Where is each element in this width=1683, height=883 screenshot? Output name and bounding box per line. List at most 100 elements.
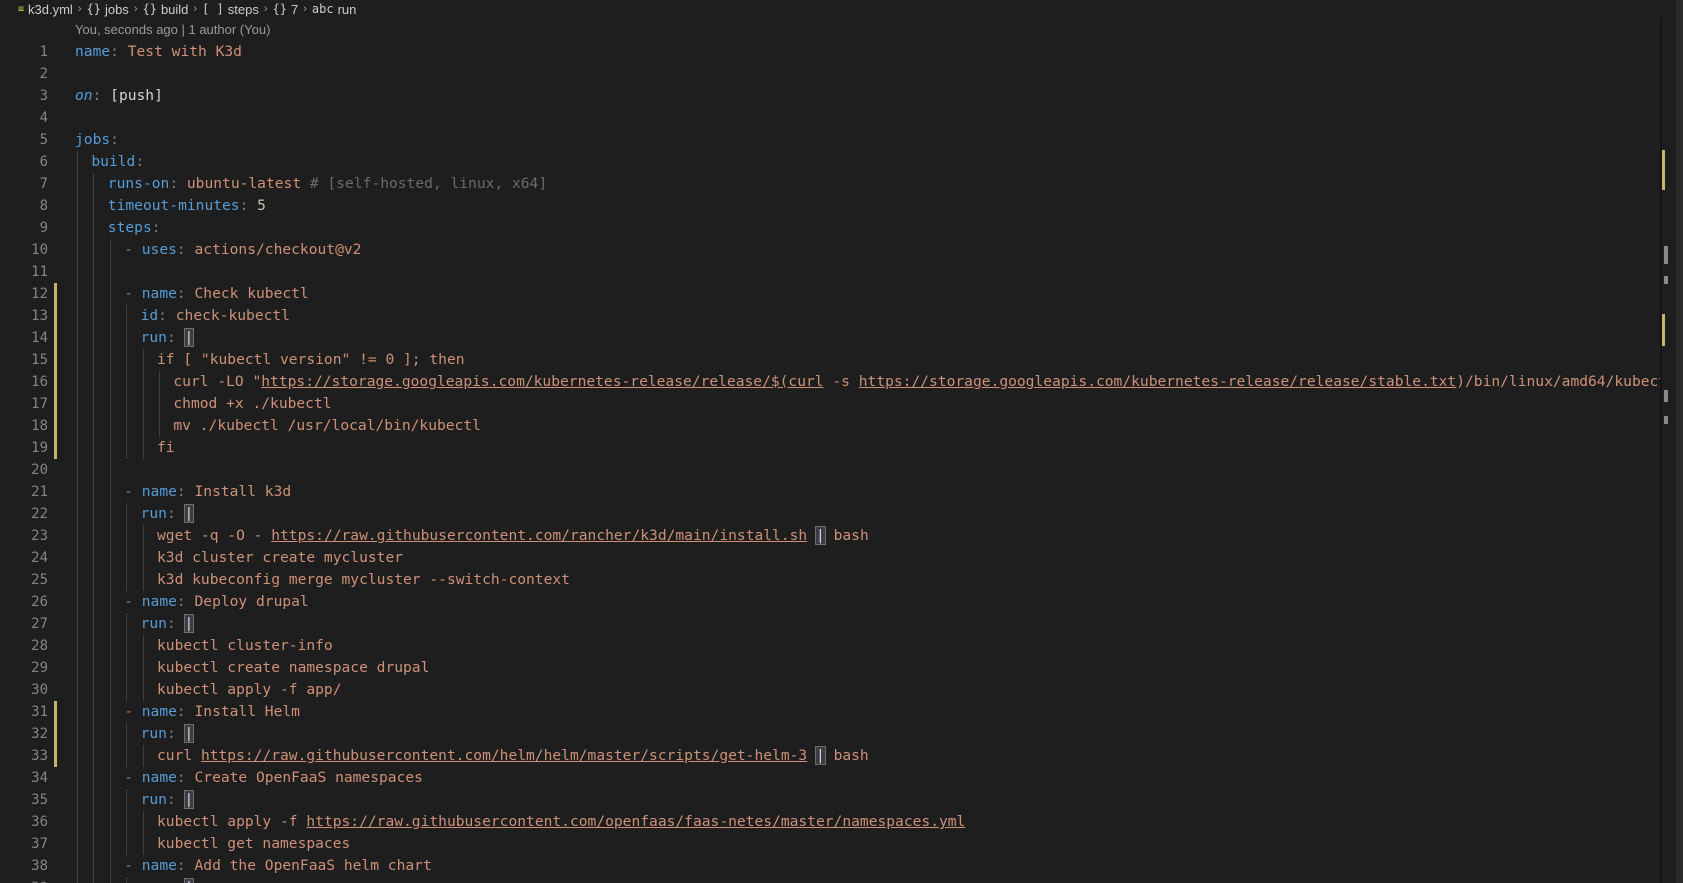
indent-guide	[93, 239, 95, 261]
line-number: 17	[31, 396, 48, 412]
code-token: runs-on	[107, 175, 170, 192]
code-line[interactable]: 23 wget -q -O - https://raw.githubusercon…	[0, 525, 1660, 547]
line-content: - name: Deploy drupal	[124, 591, 309, 613]
git-modified-gutter[interactable]	[54, 437, 57, 459]
vertical-scrollbar[interactable]	[1662, 18, 1676, 883]
code-line[interactable]: 25 k3d kubeconfig merge mycluster --switc…	[0, 569, 1660, 591]
code-line[interactable]: 31 - name: Install Helm	[0, 701, 1660, 723]
indent-guide	[109, 657, 111, 679]
code-line[interactable]: 10 - uses: actions/checkout@v2	[0, 239, 1660, 261]
code-line[interactable]: 13 id: check-kubectl	[0, 305, 1660, 327]
indent-guide	[126, 547, 128, 569]
line-content: kubectl cluster-info	[157, 635, 333, 657]
line-content: k3d kubeconfig merge mycluster --switch-…	[157, 569, 570, 591]
line-number: 10	[31, 242, 48, 258]
code-line[interactable]: 11	[0, 261, 1660, 283]
code-line[interactable]: 17 chmod +x ./kubectl	[0, 393, 1660, 415]
indent-guide	[93, 173, 95, 195]
code-token: jobs	[75, 131, 111, 148]
breadcrumb-item-7[interactable]: {} 7	[273, 2, 299, 17]
code-line[interactable]: 7 runs-on: ubuntu-latest # [self-hosted, …	[0, 173, 1660, 195]
url-link[interactable]: https://raw.githubusercontent.com/ranche…	[271, 527, 807, 544]
code-line[interactable]: 37 kubectl get namespaces	[0, 833, 1660, 855]
code-line[interactable]: 1 name: Test with K3d	[0, 41, 1660, 63]
breadcrumb-item-jobs[interactable]: {} jobs	[87, 2, 129, 17]
code-line[interactable]: 8 timeout-minutes: 5	[0, 195, 1660, 217]
code-line[interactable]: 26 - name: Deploy drupal	[0, 591, 1660, 613]
code-line[interactable]: 12 - name: Check kubectl	[0, 283, 1660, 305]
code-line[interactable]: 38 - name: Add the OpenFaaS helm chart	[0, 855, 1660, 877]
code-line[interactable]: 15 if [ "kubectl version" != 0 ]; then	[0, 349, 1660, 371]
git-modified-gutter[interactable]	[54, 305, 57, 327]
chevron-right-icon: ›	[77, 3, 82, 15]
code-token: if [ "kubectl version" != 0 ]; then	[157, 351, 465, 368]
line-number: 26	[31, 594, 48, 610]
indent-guide	[159, 415, 160, 437]
code-line[interactable]: 4	[0, 107, 1660, 129]
indent-guide	[109, 811, 111, 833]
line-content: kubectl get namespaces	[157, 833, 350, 855]
code-line[interactable]: 30 kubectl apply -f app/	[0, 679, 1660, 701]
code-line[interactable]: 22 run: |	[0, 503, 1660, 525]
git-modified-gutter[interactable]	[54, 283, 57, 305]
code-line[interactable]: 14 run: |	[0, 327, 1660, 349]
code-line[interactable]: 20	[0, 459, 1660, 481]
code-token: actions/checkout@v2	[194, 241, 362, 258]
git-modified-gutter[interactable]	[54, 371, 57, 393]
code-line[interactable]: 27 run: |	[0, 613, 1660, 635]
line-number: 39	[0, 877, 48, 883]
breadcrumb-item-steps[interactable]: [ ] steps	[202, 2, 259, 17]
breadcrumb-item-build[interactable]: {} build	[142, 2, 188, 17]
code-line[interactable]: 3 on: [push]	[0, 85, 1660, 107]
url-link[interactable]: https://storage.googleapis.com/kubernete…	[261, 373, 823, 390]
code-editor[interactable]: 1 name: Test with K3d 2 3 on: [push] 4 5 jobs: 6…	[0, 41, 1660, 883]
code-line[interactable]: 6 build:	[0, 151, 1660, 173]
git-modified-gutter[interactable]	[54, 745, 57, 767]
git-modified-gutter[interactable]	[54, 393, 57, 415]
code-line[interactable]: 19 fi	[0, 437, 1660, 459]
url-link[interactable]: https://storage.googleapis.com/kubernete…	[859, 373, 1456, 390]
git-modified-gutter[interactable]	[54, 327, 57, 349]
git-modified-gutter[interactable]	[54, 415, 57, 437]
git-blame-codelens[interactable]: You, seconds ago | 1 author (You)	[75, 20, 270, 40]
code-line[interactable]: 36 kubectl apply -f https://raw.githubuse…	[0, 811, 1660, 833]
code-line[interactable]: 35 run: |	[0, 789, 1660, 811]
git-modified-gutter[interactable]	[54, 349, 57, 371]
code-line[interactable]: 28 kubectl cluster-info	[0, 635, 1660, 657]
code-line[interactable]: 29 kubectl create namespace drupal	[0, 657, 1660, 679]
breadcrumb-file[interactable]: ≡ k3d.yml	[18, 2, 73, 17]
git-modified-gutter[interactable]	[54, 701, 57, 723]
code-line[interactable]: 34 - name: Create OpenFaaS namespaces	[0, 767, 1660, 789]
code-line[interactable]: 16 curl -LO "https://storage.googleapis.c…	[0, 371, 1660, 393]
scrollbar-marker	[1664, 416, 1668, 424]
indent-guide	[109, 283, 111, 305]
indent-guide	[142, 745, 144, 767]
indent-guide	[126, 349, 128, 371]
line-content: mv ./kubectl /usr/local/bin/kubectl	[173, 415, 481, 437]
code-token: chmod +x ./kubectl	[173, 395, 332, 412]
breadcrumb-item-label: 7	[290, 1, 299, 17]
indent-guide	[77, 481, 78, 503]
code-token: k3d cluster create mycluster	[157, 549, 404, 566]
code-line[interactable]: 9 steps:	[0, 217, 1660, 239]
line-number: 7	[39, 176, 48, 192]
indent-guide	[77, 679, 78, 701]
indent-guide	[109, 327, 111, 349]
code-line[interactable]: 24 k3d cluster create mycluster	[0, 547, 1660, 569]
code-line[interactable]: 21 - name: Install k3d	[0, 481, 1660, 503]
line-content: run: |	[141, 503, 195, 525]
code-line[interactable]: 2	[0, 63, 1660, 85]
code-line[interactable]: 33 curl https://raw.githubusercontent.com…	[0, 745, 1660, 767]
git-modified-gutter[interactable]	[54, 723, 57, 745]
array-type-icon: [ ]	[202, 2, 224, 16]
code-line[interactable]: 5 jobs:	[0, 129, 1660, 151]
url-link[interactable]: https://raw.githubusercontent.com/openfa…	[306, 813, 965, 830]
code-token: run	[141, 879, 167, 883]
indent-guide	[77, 811, 78, 833]
breadcrumb-item-run[interactable]: abc run	[312, 2, 356, 17]
code-line[interactable]: 32 run: |	[0, 723, 1660, 745]
url-link[interactable]: https://raw.githubusercontent.com/helm/h…	[201, 747, 807, 764]
code-line[interactable]: 18 mv ./kubectl /usr/local/bin/kubectl	[0, 415, 1660, 437]
code-line[interactable]: 39 run: |	[0, 877, 1660, 883]
